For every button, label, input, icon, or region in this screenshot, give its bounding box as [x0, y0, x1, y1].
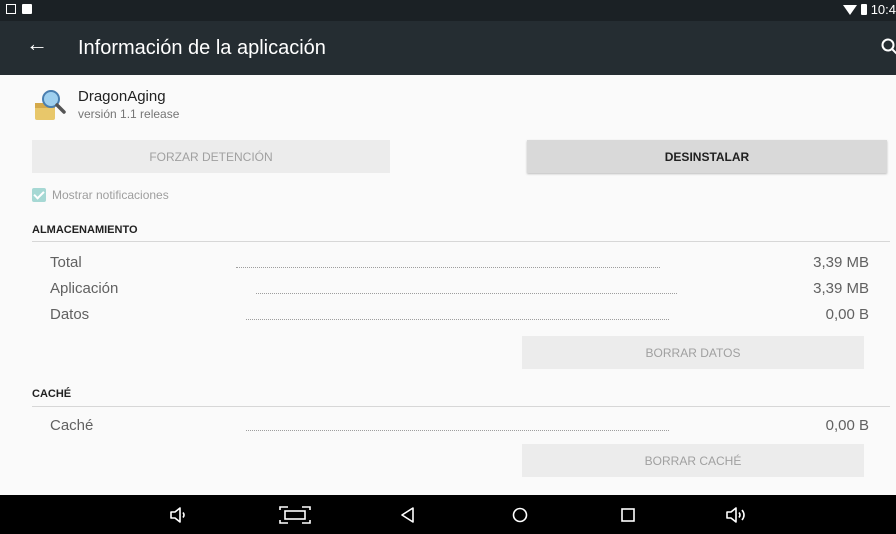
- row-value: 3,39 MB: [813, 254, 869, 271]
- battery-icon: [860, 4, 867, 15]
- app-name: DragonAging: [78, 88, 166, 105]
- row-label: Total: [50, 254, 82, 271]
- picture-icon: [6, 4, 16, 14]
- screenshot-icon[interactable]: [278, 505, 312, 525]
- clear-cache-button[interactable]: BORRAR CACHÉ: [522, 444, 864, 477]
- back-icon[interactable]: [398, 505, 418, 525]
- row-label: Caché: [50, 417, 94, 434]
- wifi-icon: [842, 4, 857, 15]
- search-icon[interactable]: [880, 37, 896, 57]
- force-stop-button[interactable]: FORZAR DETENCIÓN: [32, 140, 390, 173]
- notification-icon: [22, 4, 32, 14]
- row-label: Datos: [50, 306, 90, 323]
- notifications-toggle[interactable]: Mostrar notificaciones: [32, 188, 169, 202]
- recents-icon[interactable]: [618, 505, 638, 525]
- clear-data-button[interactable]: BORRAR DATOS: [522, 336, 864, 369]
- leader-dots: [246, 430, 669, 431]
- leader-dots: [236, 267, 660, 268]
- notifications-label: Mostrar notificaciones: [52, 188, 169, 202]
- cache-divider: [32, 406, 890, 407]
- checkbox-icon[interactable]: [32, 188, 46, 202]
- cache-header: CACHÉ: [32, 388, 72, 400]
- storage-row-data: Datos 0,00 B: [50, 306, 869, 328]
- row-value: 0,00 B: [825, 417, 869, 434]
- row-value: 3,39 MB: [813, 280, 869, 297]
- storage-row-app: Aplicación 3,39 MB: [50, 280, 869, 302]
- navigation-bar: [0, 495, 896, 534]
- app-icon: [35, 90, 66, 120]
- uninstall-button[interactable]: DESINSTALAR: [527, 140, 887, 173]
- row-label: Aplicación: [50, 280, 119, 297]
- leader-dots: [246, 319, 669, 320]
- status-bar: 10:4: [0, 0, 896, 21]
- row-value: 0,00 B: [825, 306, 869, 323]
- app-version: versión 1.1 release: [78, 107, 180, 121]
- storage-divider: [32, 241, 890, 242]
- status-time: 10:4: [870, 2, 896, 17]
- storage-row-total: Total 3,39 MB: [50, 254, 869, 276]
- page-title: Información de la aplicación: [78, 37, 326, 59]
- leader-dots: [256, 293, 677, 294]
- app-info-content: DragonAging versión 1.1 release FORZAR D…: [0, 75, 896, 495]
- app-bar: ← Información de la aplicación: [0, 21, 896, 75]
- storage-header: ALMACENAMIENTO: [32, 224, 138, 236]
- volume-down-icon[interactable]: [168, 505, 188, 525]
- cache-row: Caché 0,00 B: [50, 417, 869, 439]
- volume-up-icon[interactable]: [724, 505, 750, 525]
- back-arrow-icon[interactable]: ←: [26, 33, 48, 55]
- home-icon[interactable]: [510, 505, 530, 525]
